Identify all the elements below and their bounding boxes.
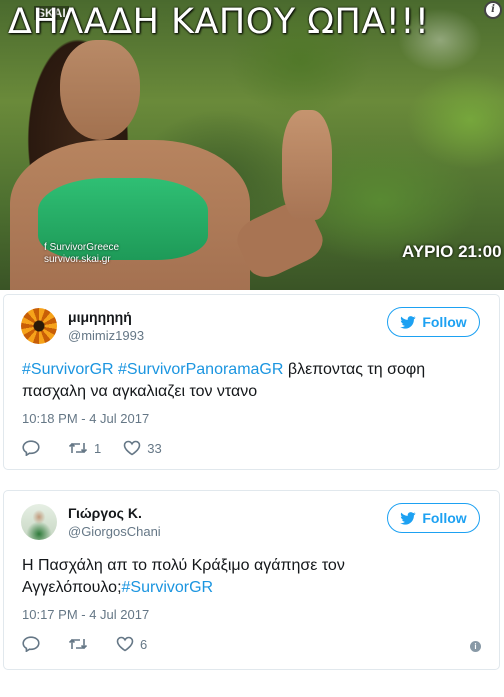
heart-icon (116, 636, 134, 652)
survivor-watermark: f SurvivorGreece survivor.skai.gr (44, 242, 119, 266)
watermark-url: survivor.skai.gr (44, 254, 111, 265)
hashtag-link[interactable]: #SurvivorGR (22, 361, 114, 378)
tweet-actions: 1 33 (22, 438, 184, 458)
author-handle[interactable]: @GiorgosChani (68, 524, 161, 539)
reply-button[interactable] (22, 440, 46, 456)
reply-icon (22, 636, 40, 652)
airtime-label: ΑΥΡΙΟ 21:00 (402, 242, 502, 261)
author-name[interactable]: Γιώργος Κ. (68, 505, 142, 521)
watermark-social: f SurvivorGreece (44, 242, 120, 253)
twitter-bird-icon (400, 315, 416, 329)
retweet-icon (68, 638, 88, 650)
avatar[interactable] (21, 504, 57, 540)
info-icon[interactable]: i (470, 641, 481, 652)
like-button[interactable]: 6 (116, 636, 147, 652)
retweet-button[interactable]: 1 (68, 440, 101, 456)
tweet-text: Η Πασχάλη απ το πολύ Κράξιμο αγάπησε τον… (22, 555, 482, 599)
tv-screenshot-image: SKAI ΔΗΛΑΔΗ ΚΑΠΟΥ ΩΠΑ!!! f SurvivorGreec… (0, 0, 504, 290)
tweet-timestamp[interactable]: 10:17 PM - 4 Jul 2017 (22, 607, 149, 622)
like-count: 6 (140, 636, 148, 652)
tweet-actions: 6 (22, 634, 169, 654)
like-count: 33 (147, 440, 162, 456)
follow-label: Follow (422, 510, 467, 526)
meme-caption: ΔΗΛΑΔΗ ΚΑΠΟΥ ΩΠΑ!!! (8, 2, 430, 42)
hashtag-link[interactable]: #SurvivorGR (122, 579, 214, 596)
info-icon[interactable]: i (484, 1, 502, 19)
heart-icon (123, 440, 141, 456)
follow-label: Follow (422, 314, 467, 330)
tweet-timestamp[interactable]: 10:18 PM - 4 Jul 2017 (22, 411, 149, 426)
reply-button[interactable] (22, 636, 46, 652)
twitter-bird-icon (400, 511, 416, 525)
retweet-button[interactable] (68, 636, 94, 652)
person-face (60, 40, 140, 140)
tweet-card: Γιώργος Κ. @GiorgosChani Follow Η Πασχάλ… (3, 490, 500, 670)
raised-hand (282, 110, 332, 220)
follow-button[interactable]: Follow (387, 307, 480, 337)
hashtag-link[interactable]: #SurvivorPanoramaGR (118, 361, 283, 378)
follow-button[interactable]: Follow (387, 503, 480, 533)
avatar[interactable] (21, 308, 57, 344)
author-handle[interactable]: @mimiz1993 (68, 328, 144, 343)
like-button[interactable]: 33 (123, 440, 162, 456)
retweet-icon (68, 442, 88, 454)
author-name[interactable]: μιμηηηηή (68, 309, 132, 325)
reply-icon (22, 440, 40, 456)
tweet-text: #SurvivorGR #SurvivorPanoramaGR βλεποντα… (22, 359, 482, 403)
retweet-count: 1 (94, 440, 102, 456)
tweet-card: μιμηηηηή @mimiz1993 Follow #SurvivorGR #… (3, 294, 500, 470)
